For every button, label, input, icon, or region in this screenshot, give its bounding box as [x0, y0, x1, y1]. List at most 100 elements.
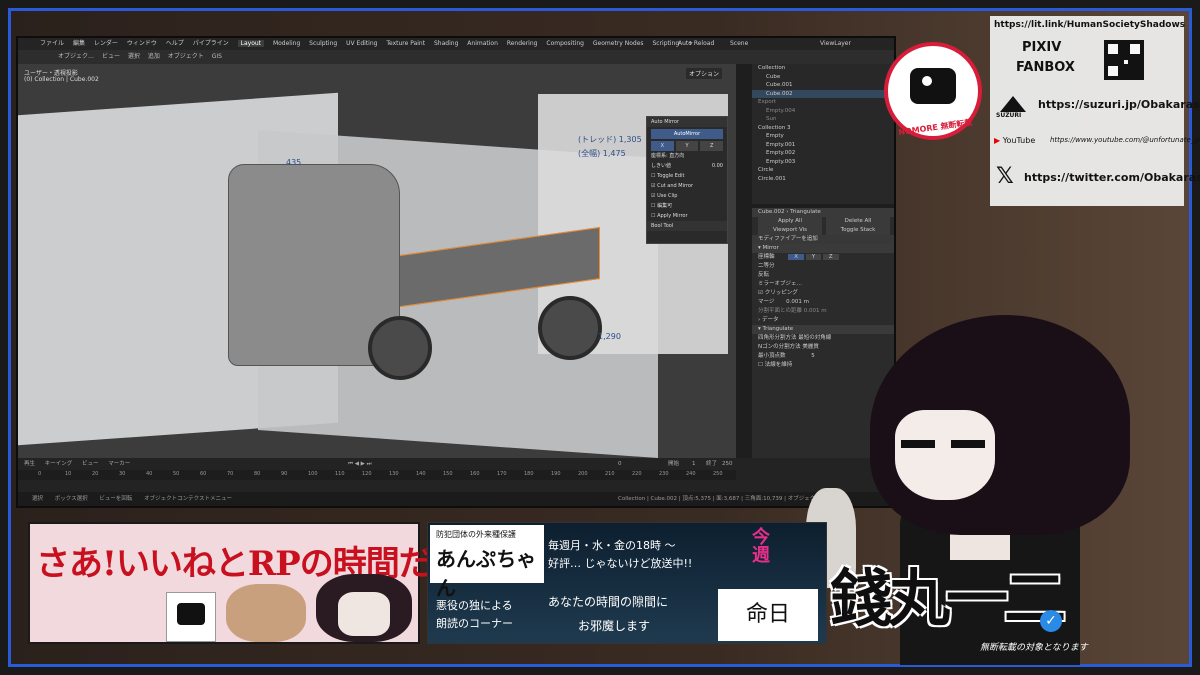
triangulate-modifier-header[interactable]: ▾ Triangulate: [752, 325, 894, 334]
bisect-distance-row[interactable]: 分割平面との距離 0.001 m: [752, 307, 894, 316]
menu-item[interactable]: パイプライン: [193, 40, 229, 47]
view-menu[interactable]: ビュー: [82, 461, 99, 467]
tab-workspace[interactable]: Compositing: [546, 40, 584, 47]
timeline-tick: 160: [470, 471, 480, 477]
keep-normals-checkbox[interactable]: ☐ 法線を維持: [752, 361, 894, 370]
menu-item[interactable]: ウィンドウ: [127, 40, 157, 47]
select-menu[interactable]: 選択: [128, 53, 140, 60]
viewlayer-selector[interactable]: ViewLayer: [820, 38, 851, 50]
object-menu[interactable]: オブジェクト: [168, 53, 204, 60]
mini-logo: [166, 592, 216, 642]
data-subpanel[interactable]: › データ: [752, 316, 894, 325]
add-menu[interactable]: 追加: [148, 53, 160, 60]
orientation-row[interactable]: 座標系: 直方向: [647, 151, 727, 161]
gis-menu[interactable]: GIS: [212, 53, 222, 60]
tab-workspace[interactable]: Modeling: [273, 40, 300, 47]
quad-method-row[interactable]: 四角形分割方法 最短の対角線: [752, 334, 894, 343]
start-frame[interactable]: 1: [692, 458, 696, 470]
threshold-value[interactable]: 0.00: [712, 161, 723, 171]
checkbox-apply-mirror[interactable]: ☐ Apply Mirror: [647, 211, 727, 221]
merge-value[interactable]: 0.001 m: [786, 299, 809, 305]
mode-selector[interactable]: オブジェク…: [58, 53, 94, 60]
apply-all-button[interactable]: Apply All: [758, 217, 822, 226]
suzuri-url[interactable]: https://suzuri.jp/Obakaras_1212: [1038, 98, 1200, 111]
checkbox-editable[interactable]: ☐ 編集可: [647, 201, 727, 211]
orientation-value[interactable]: 直方向: [669, 153, 684, 159]
3d-viewport[interactable]: ユーザー・透視投影 (0) Collection | Cube.002 435 …: [18, 64, 736, 458]
tab-workspace[interactable]: Sculpting: [309, 40, 337, 47]
start-label: 開始: [668, 461, 680, 467]
object-name[interactable]: Cube.002: [758, 209, 784, 215]
bool-tool-panel[interactable]: Bool Tool: [647, 221, 727, 231]
outliner-item[interactable]: Empty: [752, 132, 894, 141]
toggle-stack-button[interactable]: Toggle Stack: [826, 226, 890, 235]
clipping-checkbox[interactable]: ☑ クリッピング: [752, 289, 894, 298]
outliner-item[interactable]: Circle: [752, 166, 894, 175]
outliner-item[interactable]: Circle.001: [752, 175, 894, 184]
play-controls[interactable]: ⏮ ◀ ▶ ⏭: [348, 458, 372, 470]
outliner-item[interactable]: Empty.002: [752, 149, 894, 158]
menu-item[interactable]: ファイル: [40, 40, 64, 47]
automirror-button[interactable]: AutoMirror: [651, 129, 723, 139]
scene-selector[interactable]: Scene: [730, 38, 748, 50]
view-menu[interactable]: ビュー: [102, 53, 120, 60]
outliner-item[interactable]: Collection 3: [752, 124, 894, 133]
axis-z-button[interactable]: Z: [700, 141, 724, 151]
tab-workspace[interactable]: Rendering: [507, 40, 538, 47]
axis-z-toggle[interactable]: Z: [822, 254, 839, 260]
active-modifier[interactable]: Triangulate: [790, 209, 821, 215]
ngon-method-row[interactable]: Nゴンの分割方法 美麗質: [752, 343, 894, 352]
axis-y-button[interactable]: Y: [675, 141, 699, 151]
add-modifier-button[interactable]: モディファイアーを追加: [752, 235, 894, 244]
auto-reload-button[interactable]: Auto Reload: [678, 38, 714, 50]
panel-title[interactable]: Auto Mirror: [647, 117, 727, 127]
outliner-item[interactable]: Export: [752, 98, 894, 107]
weekly-label: 今週: [749, 527, 770, 563]
axis-x-toggle[interactable]: X: [788, 254, 805, 260]
min-vertices-row[interactable]: 最小頂点数 5: [752, 352, 894, 361]
checkbox-toggle-edit[interactable]: ☐ Toggle Edit: [647, 171, 727, 181]
timeline-tick: 220: [632, 471, 642, 477]
tab-workspace[interactable]: Shading: [434, 40, 458, 47]
outliner-item[interactable]: Empty.004: [752, 107, 894, 116]
menu-item[interactable]: レンダー: [94, 40, 118, 47]
outliner-item-selected[interactable]: Cube.002: [752, 89, 894, 98]
tab-workspace[interactable]: Layout: [237, 40, 265, 47]
keying-menu[interactable]: キーイング: [45, 461, 73, 467]
outliner-item[interactable]: Sun: [752, 115, 894, 124]
delete-all-button[interactable]: Delete All: [826, 217, 890, 226]
axis-y-toggle[interactable]: Y: [805, 254, 822, 260]
threshold-row[interactable]: しきい値 0.00: [647, 161, 727, 171]
timeline-tick: 60: [200, 471, 207, 477]
mirror-object-field[interactable]: ミラーオブジェ…: [752, 280, 894, 289]
twitter-url[interactable]: https://twitter.com/Obakaras_1212: [1024, 171, 1200, 184]
tab-workspace[interactable]: Geometry Nodes: [593, 40, 644, 47]
tab-workspace[interactable]: Texture Paint: [386, 40, 425, 47]
outliner-item[interactable]: Empty.001: [752, 141, 894, 150]
timeline-tick: 130: [389, 471, 399, 477]
timeline-ruler[interactable]: 0 10 20 30 40 50 60 70 80 90 100 110 120 130 140 150 160…: [18, 470, 736, 480]
outliner-item[interactable]: Collection: [752, 64, 894, 73]
axis-x-button[interactable]: X: [651, 141, 674, 151]
playback-menu[interactable]: 再生: [24, 461, 35, 467]
tab-workspace[interactable]: Scripting: [652, 40, 679, 47]
tab-workspace[interactable]: UV Editing: [346, 40, 377, 47]
marker-menu[interactable]: マーカー: [108, 461, 130, 467]
checkbox-cut-and-mirror[interactable]: ☑ Cut and Mirror: [647, 181, 727, 191]
menu-item[interactable]: ヘルプ: [166, 40, 184, 47]
end-frame[interactable]: 250: [722, 458, 733, 470]
outliner-item[interactable]: Cube.001: [752, 81, 894, 90]
youtube-url[interactable]: https://www.youtube.com/@unfortunate_gua…: [1050, 136, 1200, 144]
mirror-modifier-header[interactable]: ▾ Mirror: [752, 244, 894, 253]
outliner-item[interactable]: Empty.003: [752, 158, 894, 167]
outliner-item[interactable]: Cube: [752, 73, 894, 82]
litlink-url[interactable]: https://lit.link/HumanSocietyShadows: [994, 20, 1185, 30]
qr-code-icon[interactable]: [1104, 40, 1144, 80]
menu-item[interactable]: 編集: [73, 40, 85, 47]
viewport-vis-button[interactable]: Viewport Vis: [758, 226, 822, 235]
options-button[interactable]: オプション: [686, 68, 723, 79]
checkbox-use-clip[interactable]: ☑ Use Clip: [647, 191, 727, 201]
merge-row[interactable]: マージ 0.001 m: [752, 298, 894, 307]
current-frame[interactable]: 0: [618, 458, 622, 470]
tab-workspace[interactable]: Animation: [467, 40, 498, 47]
